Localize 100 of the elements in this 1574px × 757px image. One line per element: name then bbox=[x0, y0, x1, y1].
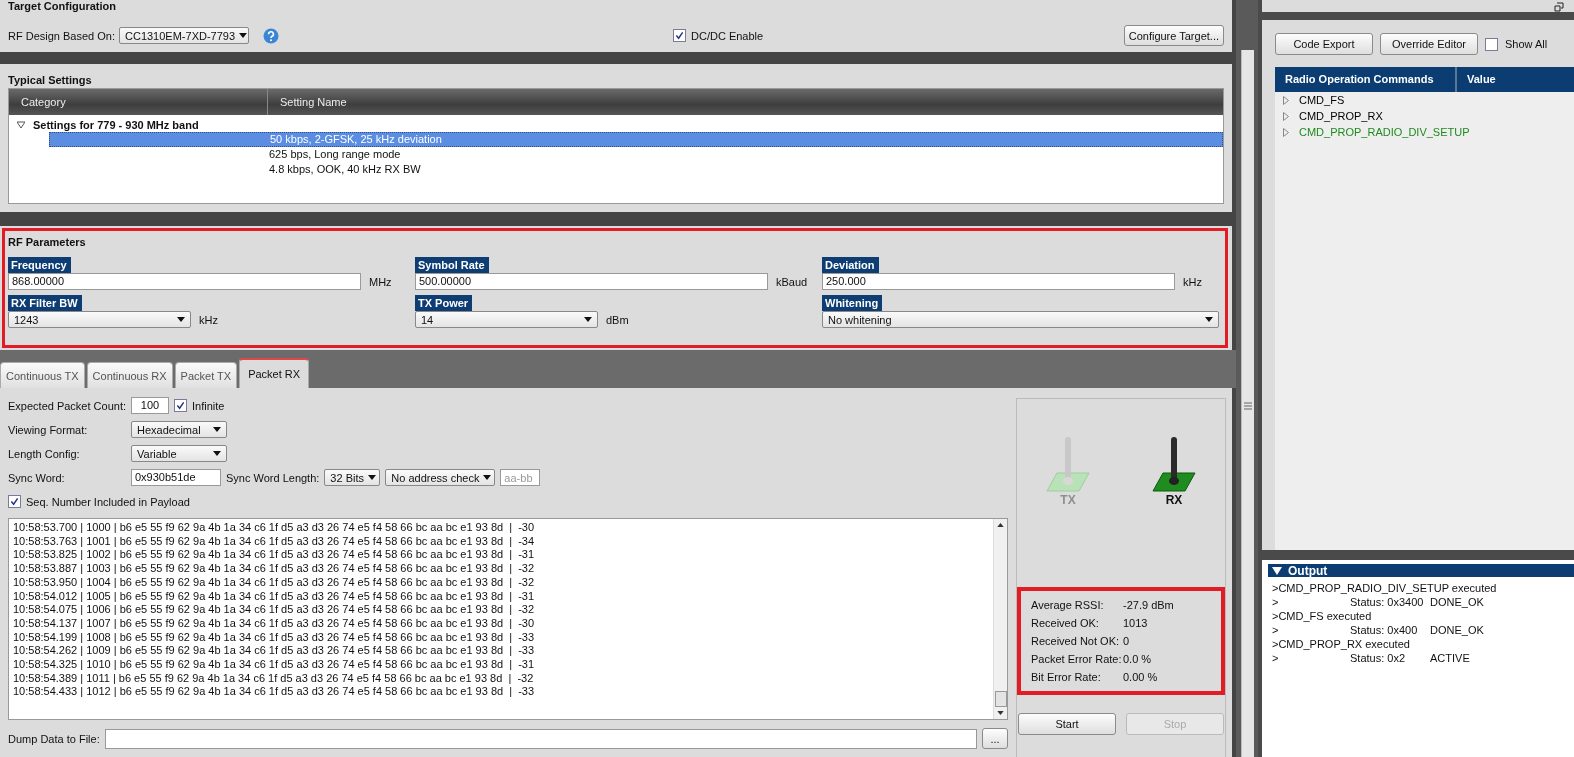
parameter-label: Whitening bbox=[822, 295, 883, 311]
tab[interactable]: Packet TX bbox=[174, 362, 238, 388]
toolbar-button[interactable]: Code Export bbox=[1275, 33, 1373, 55]
output-prefix: > bbox=[1272, 595, 1280, 609]
design-dropdown[interactable]: CC1310EM-7XD-7793 bbox=[119, 27, 249, 44]
tab[interactable]: Continuous TX bbox=[0, 362, 85, 388]
settings-row[interactable]: 625 bps, Long range mode bbox=[49, 147, 1223, 162]
stat-value: 0.0 % bbox=[1123, 653, 1152, 665]
checkbox[interactable] bbox=[174, 399, 187, 412]
scrollbar[interactable] bbox=[1240, 50, 1254, 757]
log-line: 10:58:53.763 | 1001 | b6 e5 55 f9 62 9a 4b 1a 34 c6 1f d5 a3 d3 26 74 e5 f4 58 66 bc aa bc e1 93 8d | -34 bbox=[13, 534, 536, 549]
field-label: Viewing Format: bbox=[8, 423, 89, 436]
panel-header[interactable]: Output bbox=[1268, 564, 1574, 577]
log-line: 10:58:54.389 | 1011 | b6 e5 55 f9 62 9a 4b 1a 34 c6 1f d5 a3 d3 26 74 e5 f4 58 66 bc aa bc e1 93 8d | -32 bbox=[13, 671, 535, 686]
caret-icon bbox=[213, 451, 221, 456]
output-line: >CMD_FS executed bbox=[1272, 609, 1373, 623]
stat-value: 1013 bbox=[1123, 617, 1148, 629]
scroll-down-icon[interactable] bbox=[997, 711, 1004, 715]
grip-icon[interactable] bbox=[1243, 402, 1252, 410]
settings-row[interactable]: 4.8 kbps, OOK, 40 kHz RX BW bbox=[49, 162, 1223, 177]
count-input[interactable]: 100 bbox=[131, 397, 169, 414]
address-check-dropdown[interactable]: No address check bbox=[385, 469, 496, 486]
caret-icon bbox=[213, 427, 221, 432]
section-title: Target Configuration bbox=[7, 0, 117, 13]
checkbox[interactable] bbox=[1485, 37, 1498, 51]
parameter-label: Symbol Rate bbox=[415, 257, 489, 273]
stat-label: Received Not OK: bbox=[1031, 635, 1121, 647]
stat-label: Received OK: bbox=[1031, 617, 1100, 629]
log-line: 10:58:54.262 | 1009 | b6 e5 55 f9 62 9a 4b 1a 34 c6 1f d5 a3 d3 26 74 e5 f4 58 66 bc aa bc e1 93 8d | -33 bbox=[13, 644, 536, 659]
parameter-dropdown[interactable]: 14 bbox=[415, 311, 598, 328]
status-code: Status: 0x2 bbox=[1350, 651, 1407, 665]
length-dropdown[interactable]: Variable bbox=[131, 445, 227, 462]
output-prefix: > bbox=[1272, 651, 1280, 665]
log-line: 10:58:53.950 | 1004 | b6 e5 55 f9 62 9a 4b 1a 34 c6 1f d5 a3 d3 26 74 e5 f4 58 66 bc aa bc e1 93 8d | -32 bbox=[13, 575, 536, 590]
scroll-up-icon[interactable] bbox=[997, 523, 1004, 527]
unit-label: kBaud bbox=[776, 275, 808, 288]
log-line: 10:58:54.325 | 1010 | b6 e5 55 f9 62 9a 4b 1a 34 c6 1f d5 a3 d3 26 74 e5 f4 58 66 bc aa bc e1 93 8d | -31 bbox=[13, 658, 536, 672]
checkbox[interactable] bbox=[673, 29, 686, 42]
browse-button[interactable]: ... bbox=[982, 728, 1008, 749]
scroll-thumb[interactable] bbox=[994, 691, 1007, 707]
parameter-dropdown[interactable]: No whitening bbox=[822, 311, 1219, 328]
caret-icon bbox=[368, 475, 376, 480]
log-line: 10:58:53.700 | 1000 | b6 e5 55 f9 62 9a 4b 1a 34 c6 1f d5 a3 d3 26 74 e5 f4 58 66 bc aa bc e1 93 8d | -30 bbox=[13, 521, 536, 535]
checkbox-label: Show All bbox=[1505, 38, 1548, 50]
checkbox-label: DC/DC Enable bbox=[691, 29, 764, 42]
column-header[interactable]: Category bbox=[9, 89, 268, 115]
toolbar-button[interactable]: Override Editor bbox=[1380, 33, 1478, 55]
log-line: 10:58:53.887 | 1003 | b6 e5 55 f9 62 9a 4b 1a 34 c6 1f d5 a3 d3 26 74 e5 f4 58 66 bc aa bc e1 93 8d | -32 bbox=[13, 562, 536, 576]
field-label: Sync Word: bbox=[8, 471, 66, 484]
help-icon[interactable] bbox=[263, 27, 279, 44]
command-item[interactable]: CMD_FS bbox=[1299, 94, 1345, 106]
stat-label: Bit Error Rate: bbox=[1031, 671, 1102, 683]
indicator-label: RX bbox=[1165, 493, 1183, 507]
column-header[interactable]: Setting Name bbox=[268, 89, 347, 115]
log-line: 10:58:54.137 | 1007 | b6 e5 55 f9 62 9a 4b 1a 34 c6 1f d5 a3 d3 26 74 e5 f4 58 66 bc aa bc e1 93 8d | -30 bbox=[13, 616, 536, 631]
section-title: Typical Settings bbox=[7, 74, 93, 87]
command-item[interactable]: CMD_PROP_RX bbox=[1299, 110, 1383, 122]
collapse-icon[interactable] bbox=[1272, 566, 1282, 575]
status-result: DONE_OK bbox=[1430, 595, 1484, 609]
output-line: >CMD_PROP_RADIO_DIV_SETUP executed bbox=[1272, 581, 1498, 595]
field-label: RF Design Based On: bbox=[8, 29, 115, 42]
output-prefix: > bbox=[1272, 623, 1280, 637]
configure-target-button[interactable]: Configure Target... bbox=[1123, 25, 1224, 46]
parameter-label: RX Filter BW bbox=[8, 295, 82, 311]
column-header[interactable]: Value bbox=[1457, 67, 1496, 92]
sync-word-input[interactable]: 0x930b51de bbox=[131, 469, 221, 486]
log-line: 10:58:54.199 | 1008 | b6 e5 55 f9 62 9a 4b 1a 34 c6 1f d5 a3 d3 26 74 e5 f4 58 66 bc aa bc e1 93 8d | -33 bbox=[13, 630, 536, 645]
field-label: Sync Word Length: bbox=[226, 471, 320, 484]
column-header[interactable]: Radio Operation Commands bbox=[1275, 67, 1457, 92]
log-line: 10:58:54.012 | 1005 | b6 e5 55 f9 62 9a 4b 1a 34 c6 1f d5 a3 d3 26 74 e5 f4 58 66 bc aa bc e1 93 8d | -31 bbox=[13, 589, 536, 604]
status-code: Status: 0x400 bbox=[1350, 623, 1419, 637]
parameter-input[interactable]: 250.000 bbox=[822, 273, 1175, 290]
sync-length-dropdown[interactable]: 32 Bits bbox=[324, 469, 381, 486]
parameter-input[interactable]: 500.00000 bbox=[415, 273, 768, 290]
tab[interactable]: Continuous RX bbox=[86, 362, 173, 388]
field-label: Expected Packet Count: bbox=[8, 399, 126, 412]
status-code: Status: 0x3400 bbox=[1350, 595, 1425, 609]
parameter-dropdown[interactable]: 1243 bbox=[8, 311, 191, 328]
scrollbar[interactable] bbox=[993, 519, 1007, 719]
format-dropdown[interactable]: Hexadecimal bbox=[131, 421, 227, 438]
restore-icon[interactable] bbox=[1554, 2, 1564, 12]
tab[interactable]: Packet RX bbox=[239, 358, 310, 388]
stat-value: 0.00 % bbox=[1123, 671, 1158, 683]
action-button[interactable]: Start bbox=[1018, 713, 1116, 735]
field-label: Length Config: bbox=[8, 447, 81, 460]
command-item[interactable]: CMD_PROP_RADIO_DIV_SETUP bbox=[1299, 126, 1470, 138]
checkbox[interactable] bbox=[8, 495, 21, 508]
unit-label: kHz bbox=[199, 313, 218, 326]
stat-value: 0 bbox=[1123, 635, 1130, 647]
status-result: ACTIVE bbox=[1430, 651, 1470, 665]
unit-label: kHz bbox=[1183, 275, 1202, 288]
collapse-icon[interactable] bbox=[17, 120, 25, 129]
file-path-input[interactable] bbox=[104, 728, 977, 749]
caret-icon bbox=[584, 317, 592, 322]
parameter-input[interactable]: 868.00000 bbox=[8, 273, 361, 290]
caret-icon bbox=[1205, 317, 1213, 322]
parameter-label: Deviation bbox=[822, 257, 879, 273]
parameter-label: Frequency bbox=[8, 257, 71, 273]
caret-icon bbox=[177, 317, 185, 322]
output-line: >CMD_PROP_RX executed bbox=[1272, 637, 1411, 651]
